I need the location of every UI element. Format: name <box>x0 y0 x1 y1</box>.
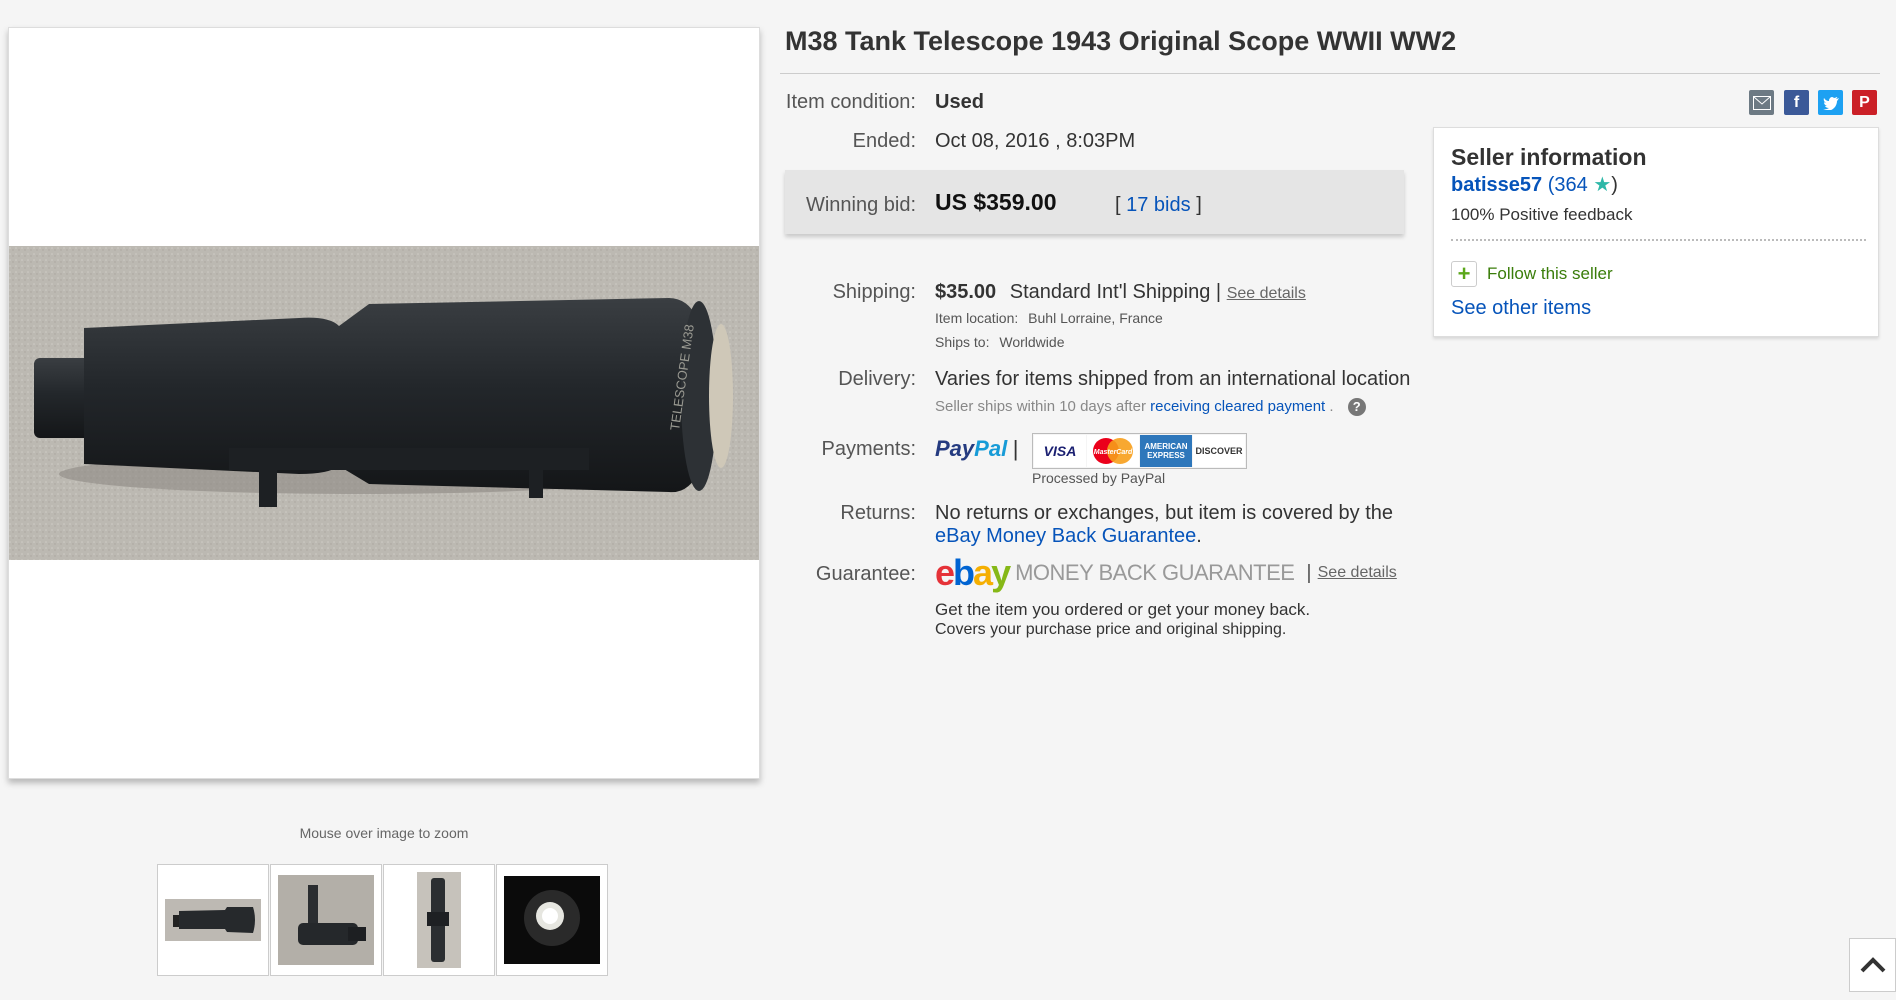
ended-value: Oct 08, 2016 , 8:03PM <box>935 130 1136 152</box>
mastercard-logo-text: MasterCard <box>1094 449 1133 456</box>
condition-value: Used <box>935 91 984 113</box>
shipping-method: Standard Int'l Shipping | <box>1009 281 1222 303</box>
condition-label: Item condition: <box>785 91 916 113</box>
product-photo[interactable]: TELESCOPE M38 <box>9 246 759 560</box>
winning-bid-label: Winning bid: <box>805 194 916 216</box>
shipping-info: $35.00 Standard Int'l Shipping | See det… <box>935 281 1306 304</box>
ebay-money-back-logo: ebay MONEY BACK GUARANTEE | See details <box>935 552 1397 594</box>
guarantee-logo-text: MONEY BACK GUARANTEE <box>1015 560 1295 585</box>
bid-bracket-close: ] <box>1196 194 1202 216</box>
cleared-payment-link[interactable]: receiving cleared payment <box>1150 398 1325 415</box>
seller-name-line: batisse57 (364 ★) <box>1451 172 1618 197</box>
feedback-star-icon: ★ <box>1593 174 1612 196</box>
card-logos: VISA MasterCard AMERICAN EXPRESS DISCOVE… <box>1032 433 1247 469</box>
follow-seller-label: Follow this seller <box>1487 264 1613 283</box>
paypal-logo-part2: Pal <box>974 436 1008 461</box>
positive-feedback: 100% Positive feedback <box>1451 205 1633 224</box>
chevron-up-icon <box>1860 957 1885 973</box>
ended-label: Ended: <box>852 130 916 152</box>
shipping-cost: $35.00 <box>935 281 997 303</box>
paypal-logo-part1: Pay <box>935 436 975 461</box>
twitter-icon[interactable] <box>1818 90 1843 115</box>
delivery-value: Varies for items shipped from an interna… <box>935 368 1411 390</box>
paypal-logo: PayPal | <box>935 436 1018 462</box>
ships-to-value: Worldwide <box>999 334 1065 350</box>
item-location-value: Buhl Lorraine, France <box>1028 310 1163 326</box>
item-location-label: Item location: <box>935 310 1019 326</box>
guarantee-separator: | <box>1306 561 1312 584</box>
visa-logo: VISA <box>1034 435 1086 467</box>
seller-score-close: ) <box>1611 174 1618 196</box>
delivery-note-end: . <box>1329 398 1334 415</box>
money-back-guarantee-link[interactable]: eBay Money Back Guarantee <box>935 525 1196 547</box>
facebook-icon[interactable]: f <box>1784 90 1809 115</box>
guarantee-line-1: Get the item you ordered or get your mon… <box>935 600 1311 619</box>
bid-history-link[interactable]: 17 bids <box>1126 194 1191 216</box>
processed-by-paypal: Processed by PayPal <box>1032 470 1166 486</box>
guarantee-see-details-link[interactable]: See details <box>1318 564 1397 582</box>
feedback-score-link[interactable]: 364 <box>1554 174 1587 196</box>
item-location: Item location: Buhl Lorraine, France <box>935 310 1163 326</box>
help-icon[interactable]: ? <box>1347 398 1366 417</box>
delivery-note: Seller ships within 10 days after receiv… <box>935 398 1366 417</box>
seller-username-link[interactable]: batisse57 <box>1451 174 1542 196</box>
discover-logo: DISCOVER <box>1193 435 1245 467</box>
thumbnail-4[interactable] <box>496 864 608 976</box>
seller-heading: Seller information <box>1451 144 1647 170</box>
shipping-see-details-link[interactable]: See details <box>1227 285 1306 302</box>
pinterest-icon[interactable]: P <box>1852 90 1877 115</box>
delivery-label: Delivery: <box>838 368 916 390</box>
paypal-separator: | <box>1012 436 1019 461</box>
ebay-logo: ebay <box>935 552 1011 593</box>
title-divider <box>780 73 1880 74</box>
ships-to: Ships to: Worldwide <box>935 334 1064 350</box>
thumbnail-1[interactable] <box>157 864 269 976</box>
guarantee-line-2: Covers your purchase price and original … <box>935 621 1287 638</box>
follow-seller-button[interactable]: + Follow this seller <box>1451 261 1613 287</box>
amex-logo: AMERICAN EXPRESS <box>1140 435 1192 467</box>
shipping-label: Shipping: <box>832 281 916 303</box>
ships-to-label: Ships to: <box>935 334 990 350</box>
payments-label: Payments: <box>821 438 916 460</box>
returns-label: Returns: <box>840 502 916 524</box>
plus-icon: + <box>1451 261 1477 287</box>
seller-divider <box>1451 239 1866 241</box>
thumbnail-2[interactable] <box>270 864 382 976</box>
returns-end: . <box>1196 525 1202 547</box>
seller-info-box: Seller information batisse57 (364 ★) 100… <box>1433 127 1879 337</box>
guarantee-label: Guarantee: <box>815 563 916 585</box>
thumbnail-3[interactable] <box>383 864 495 976</box>
bid-bracket-open: [ <box>1115 194 1121 216</box>
delivery-note-text: Seller ships within 10 days after <box>935 398 1146 415</box>
item-title: M38 Tank Telescope 1943 Original Scope W… <box>785 26 1457 56</box>
main-product-image[interactable]: TELESCOPE M38 <box>8 27 760 779</box>
returns-text: No returns or exchanges, but item is cov… <box>935 502 1394 524</box>
back-to-top-button[interactable] <box>1849 938 1896 992</box>
returns-policy: No returns or exchanges, but item is cov… <box>935 502 1405 548</box>
mastercard-logo: MasterCard <box>1087 435 1139 467</box>
see-other-items-link[interactable]: See other items <box>1451 297 1591 320</box>
winning-bid-value: US $359.00 <box>935 189 1057 215</box>
email-icon[interactable] <box>1749 90 1774 115</box>
thumbnail-strip <box>157 864 608 976</box>
bid-count: [ 17 bids ] <box>1115 194 1202 217</box>
zoom-hint: Mouse over image to zoom <box>299 825 469 841</box>
